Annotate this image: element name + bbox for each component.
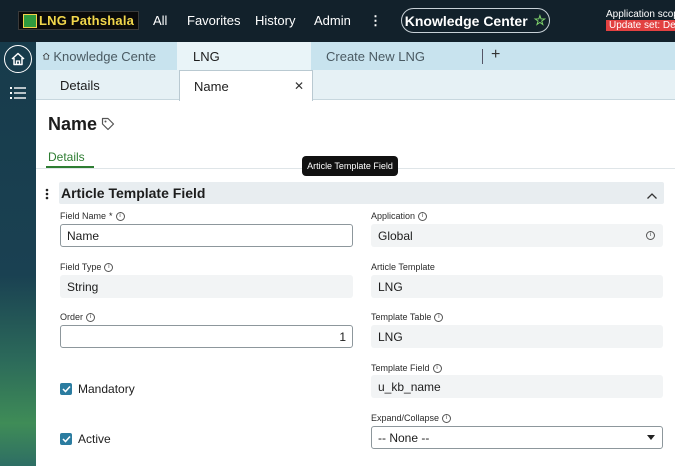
template-table-label: Template Table i (371, 312, 444, 322)
tab-label: LNG (193, 48, 220, 64)
page-title: Name (48, 114, 98, 134)
tab-strip: Knowledge Cente LNG Create New LNG + (36, 42, 675, 70)
active-label: Active (78, 432, 111, 446)
section-menu-icon[interactable] (45, 187, 49, 205)
expand-collapse-select[interactable]: -- None -- (371, 426, 663, 449)
field-label-text: Field Name (60, 211, 107, 221)
subtab-label: Details (60, 77, 100, 93)
nav-all[interactable]: All (153, 13, 167, 28)
subtab-label: Name (194, 78, 229, 94)
field-label-text: Article Template (371, 262, 435, 272)
star-icon[interactable]: ☆ (534, 12, 547, 29)
home-icon[interactable] (4, 45, 32, 73)
knowledge-center-button[interactable]: Knowledge Center ☆ (401, 8, 550, 33)
tab-lng[interactable]: LNG (177, 42, 311, 70)
active-checkbox[interactable] (60, 433, 72, 445)
close-icon[interactable]: ✕ (294, 79, 304, 93)
field-label-text: Template Field (371, 363, 430, 373)
chevron-down-icon (647, 435, 655, 440)
tab-label: Create New LNG (326, 48, 425, 64)
info-icon[interactable]: i (418, 211, 428, 221)
info-icon[interactable]: i (104, 262, 114, 272)
field-name-label: Field Name * i (60, 211, 125, 221)
order-input[interactable]: 1 (60, 325, 353, 348)
field-label-text: Application (371, 211, 416, 221)
template-field-label: Template Field i (371, 363, 442, 373)
info-icon[interactable]: i (442, 413, 452, 423)
top-header: LNG Pathshala All Favorites History Admi… (0, 0, 675, 42)
info-icon[interactable]: i (434, 312, 444, 322)
add-tab-icon[interactable]: + (491, 46, 500, 64)
tab-label: Knowledge Cente (53, 48, 156, 64)
record-subtabs: Details Name ✕ (36, 70, 675, 101)
field-label-text: Expand/Collapse (371, 413, 440, 423)
field-type-value: String (60, 275, 353, 298)
tooltip: Article Template Field (302, 156, 398, 176)
template-table-value: LNG (371, 325, 663, 348)
select-value: -- None -- (378, 430, 430, 445)
required-marker: * (109, 211, 113, 221)
mandatory-label: Mandatory (78, 382, 135, 396)
chevron-up-icon[interactable] (646, 187, 658, 205)
application-text: Global (378, 228, 413, 243)
app-logo[interactable]: LNG Pathshala (18, 11, 140, 30)
info-icon[interactable]: i (646, 231, 655, 240)
logo-text: LNG Pathshala (39, 13, 135, 28)
field-label-text: Order (60, 312, 84, 322)
list-icon[interactable] (10, 86, 26, 105)
application-value: Global i (371, 224, 663, 247)
article-template-label: Article Template (371, 262, 435, 272)
left-rail (0, 42, 36, 466)
subtab-name[interactable]: Name ✕ (179, 70, 313, 101)
tab-divider (482, 49, 483, 64)
tab-details[interactable]: Details (48, 150, 85, 164)
tab-create-new-lng[interactable]: Create New LNG (326, 42, 476, 70)
mandatory-checkbox[interactable] (60, 383, 72, 395)
field-label-text: Field Type (60, 262, 102, 272)
knowledge-center-label: Knowledge Center (404, 12, 528, 29)
more-menu-icon[interactable]: ⋮ (369, 13, 382, 29)
home-tab-icon (42, 52, 50, 60)
application-scope[interactable]: Application scop (606, 9, 675, 20)
update-set-badge[interactable]: Update set: Def (606, 20, 675, 31)
template-field-value: u_kb_name (371, 375, 663, 398)
info-icon[interactable]: i (115, 211, 125, 221)
article-template-value: LNG (371, 275, 663, 298)
nav-favorites[interactable]: Favorites (187, 13, 240, 28)
tag-icon[interactable] (101, 117, 115, 136)
logo-mark (23, 13, 37, 28)
subtab-details[interactable]: Details (60, 70, 100, 100)
field-type-label: Field Type i (60, 262, 114, 272)
application-label: Application i (371, 211, 428, 221)
info-icon[interactable]: i (432, 363, 442, 373)
field-name-input[interactable]: Name (60, 224, 353, 247)
nav-history[interactable]: History (255, 13, 295, 28)
order-label: Order i (60, 312, 96, 322)
expand-collapse-label: Expand/Collapse i (371, 413, 452, 423)
nav-admin[interactable]: Admin (314, 13, 351, 28)
info-icon[interactable]: i (86, 312, 96, 322)
tab-knowledge-center[interactable]: Knowledge Cente (42, 42, 156, 70)
section-title: Article Template Field (61, 185, 206, 201)
section-header: Article Template Field (59, 182, 664, 204)
field-label-text: Template Table (371, 312, 432, 322)
